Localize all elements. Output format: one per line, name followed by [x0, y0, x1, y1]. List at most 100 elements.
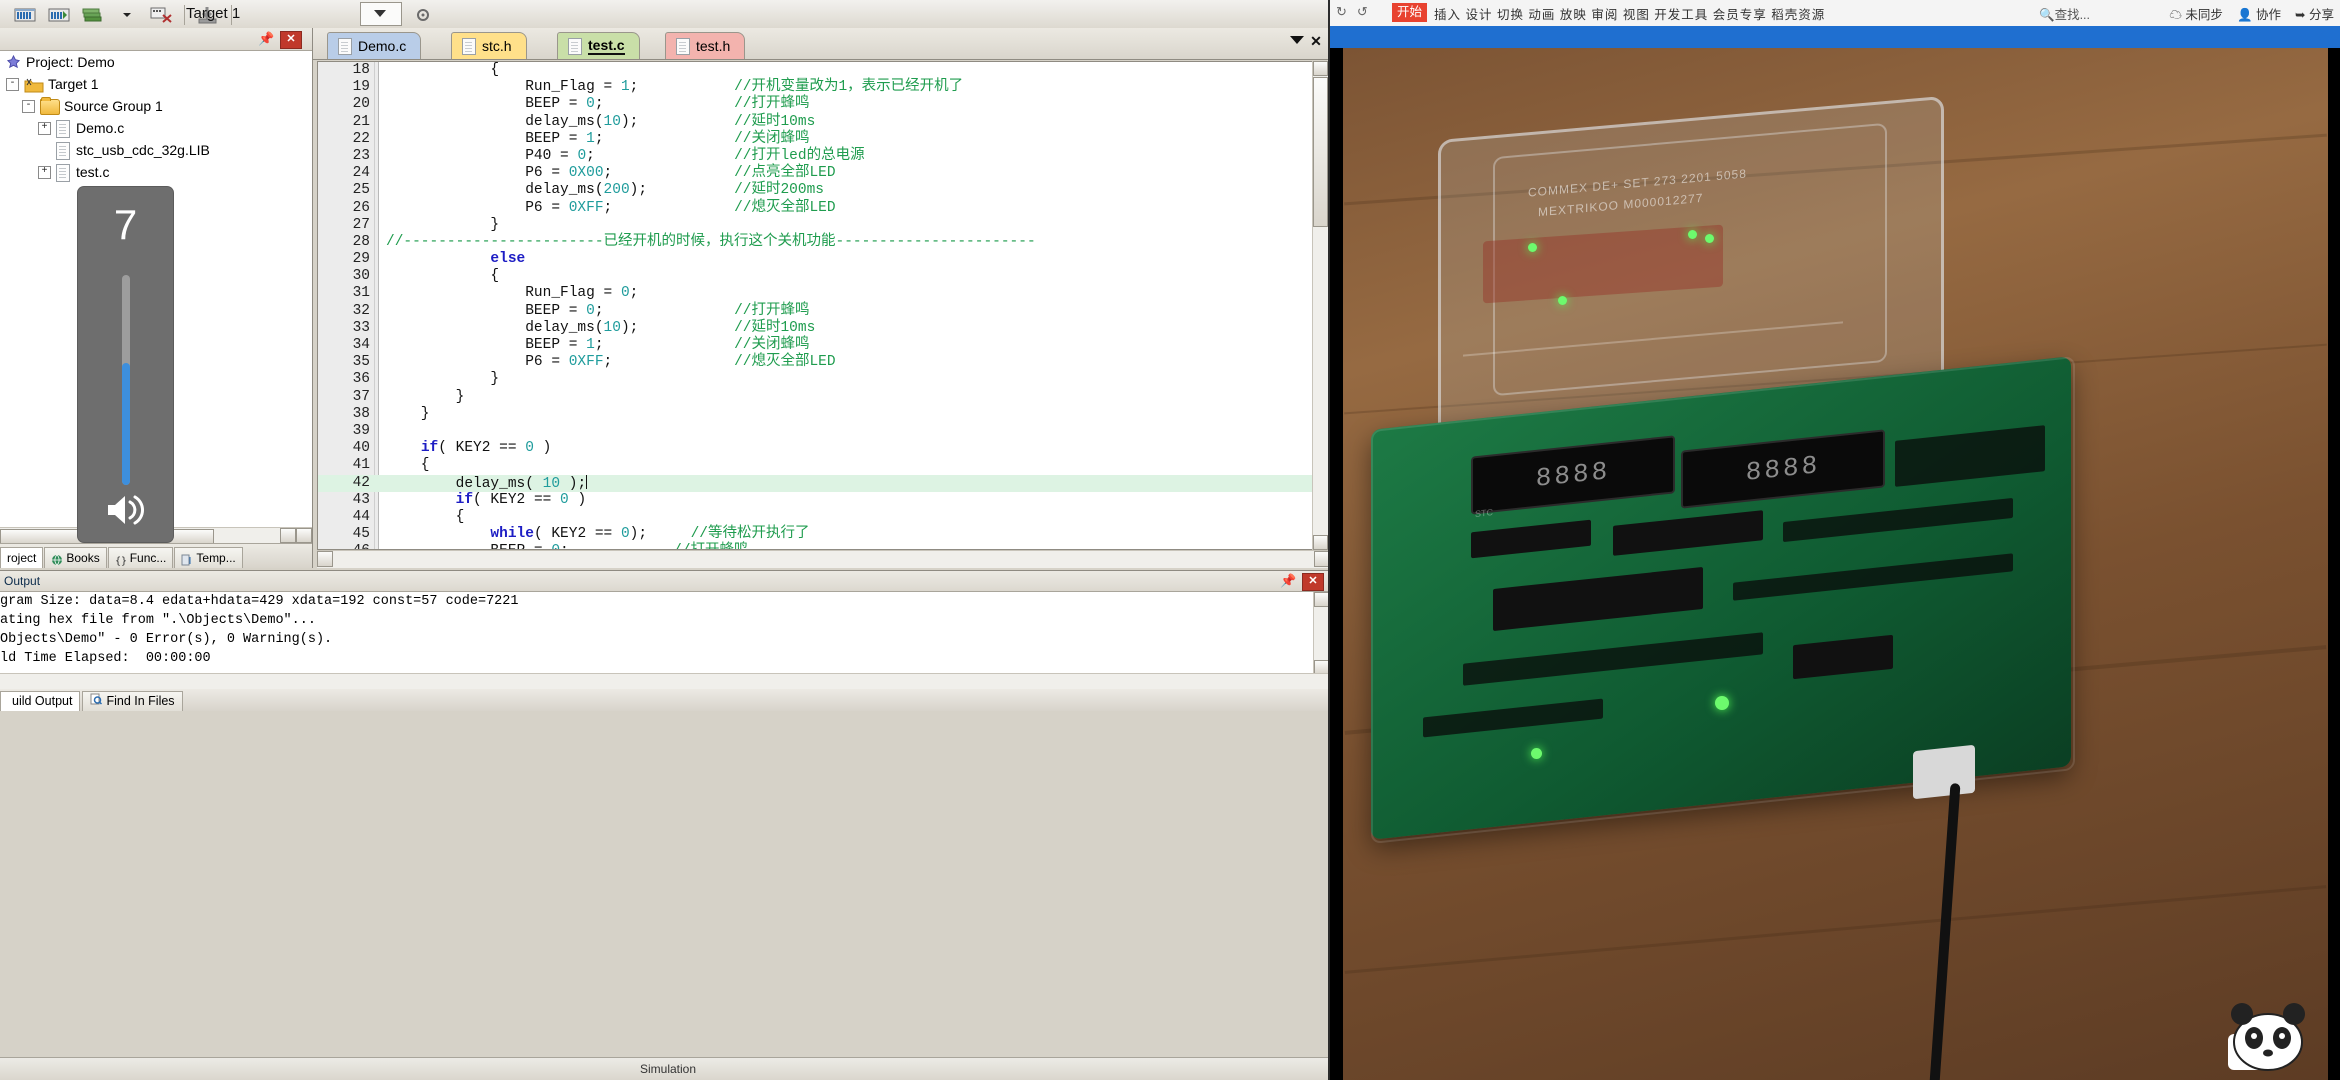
code-line[interactable]: 34 BEEP = 1; //关闭蜂鸣: [318, 337, 1329, 354]
code-line[interactable]: 32 BEEP = 0; //打开蜂鸣: [318, 303, 1329, 320]
code-line[interactable]: 38 }: [318, 406, 1329, 423]
pin-icon[interactable]: 📌: [1280, 573, 1296, 589]
wps-menu-items[interactable]: 插入 设计 切换 动画 放映 审阅 视图 开发工具 会员专享 稻壳资源: [1434, 4, 1825, 23]
project-tab-templates[interactable]: Temp...: [174, 547, 243, 568]
forward-arrow-icon[interactable]: ↺: [1357, 4, 1368, 20]
code-line[interactable]: 44 {: [318, 509, 1329, 526]
scroll-left-arrow-icon[interactable]: [280, 528, 296, 543]
wps-share-item[interactable]: ➥ 分享: [2295, 4, 2334, 23]
close-icon[interactable]: ✕: [280, 31, 302, 49]
expander-icon[interactable]: +: [38, 166, 51, 179]
wps-start-tab[interactable]: 开始: [1392, 3, 1428, 22]
wps-sync-item[interactable]: ☁ 未同步: [2169, 4, 2223, 23]
code-line[interactable]: 26 P6 = 0XFF; //熄灭全部LED: [318, 200, 1329, 217]
editor-vscrollbar[interactable]: [1312, 61, 1329, 550]
code-line[interactable]: 45 while( KEY2 == 0); //等待松开执行了: [318, 526, 1329, 543]
translate-icon[interactable]: [146, 2, 176, 28]
scroll-up-arrow-icon[interactable]: [1314, 592, 1329, 607]
code-line[interactable]: 39: [318, 423, 1329, 440]
line-source[interactable]: {: [386, 457, 430, 474]
code-line[interactable]: 33 delay_ms(10); //延时10ms: [318, 320, 1329, 337]
build-icon[interactable]: [10, 2, 40, 28]
line-source[interactable]: if( KEY2 == 0 ): [386, 492, 587, 509]
code-line[interactable]: 40 if( KEY2 == 0 ): [318, 440, 1329, 457]
code-line[interactable]: 18 {: [318, 62, 1329, 79]
line-source[interactable]: {: [386, 509, 465, 526]
code-line[interactable]: 46 BEEP = 0; //打开蜂鸣: [318, 543, 1329, 549]
line-source[interactable]: Run_Flag = 0;: [386, 285, 638, 302]
line-source[interactable]: BEEP = 1; //关闭蜂鸣: [386, 337, 809, 354]
pin-icon[interactable]: 📌: [258, 31, 274, 47]
code-line[interactable]: 30 {: [318, 268, 1329, 285]
close-icon[interactable]: ✕: [1308, 34, 1324, 50]
code-text[interactable]: 18 {19 Run_Flag = 1; //开机变量改为1，表示已经开机了 20…: [318, 62, 1329, 549]
code-line[interactable]: 28 //-----------------------已经开机的时候，执行这个关…: [318, 234, 1329, 251]
code-line[interactable]: 36 }: [318, 371, 1329, 388]
code-line[interactable]: 24 P6 = 0X00; //点亮全部LED: [318, 165, 1329, 182]
wps-find-label[interactable]: 🔍查找...: [2039, 4, 2090, 23]
line-source[interactable]: BEEP = 0; //打开蜂鸣: [386, 96, 809, 113]
tree-item-project[interactable]: Project: Demo: [0, 51, 312, 73]
line-source[interactable]: delay_ms(10); //延时10ms: [386, 320, 815, 337]
line-source[interactable]: delay_ms(10); //延时10ms: [386, 114, 815, 131]
line-source[interactable]: {: [386, 268, 499, 285]
project-tab-functions[interactable]: {} Func...: [107, 547, 174, 568]
scroll-down-arrow-icon[interactable]: [1313, 535, 1328, 550]
code-line[interactable]: 35 P6 = 0XFF; //熄灭全部LED: [318, 354, 1329, 371]
code-line[interactable]: 31 Run_Flag = 0;: [318, 285, 1329, 302]
line-source[interactable]: P6 = 0XFF; //熄灭全部LED: [386, 354, 835, 371]
project-tab-books[interactable]: Books: [44, 547, 107, 568]
project-tab-project[interactable]: roject: [0, 547, 44, 568]
code-line[interactable]: 25 delay_ms(200); //延时200ms: [318, 182, 1329, 199]
line-source[interactable]: P6 = 0X00; //点亮全部LED: [386, 165, 835, 182]
line-source[interactable]: else: [386, 251, 525, 268]
editor-tab-test-h[interactable]: test.h: [665, 32, 746, 59]
line-source[interactable]: BEEP = 0; //打开蜂鸣: [386, 303, 809, 320]
line-source[interactable]: }: [386, 406, 430, 423]
output-tab-find-in-files[interactable]: Find In Files: [82, 691, 183, 711]
code-line[interactable]: 42 delay_ms( 10 );: [318, 474, 1329, 493]
wps-collab-item[interactable]: 👤 协作: [2237, 4, 2281, 23]
code-line[interactable]: 41 {: [318, 457, 1329, 474]
code-line[interactable]: 21 delay_ms(10); //延时10ms: [318, 114, 1329, 131]
line-source[interactable]: }: [386, 371, 499, 388]
scroll-left-arrow-icon[interactable]: [317, 551, 333, 567]
tree-item-lib[interactable]: stc_usb_cdc_32g.LIB: [0, 139, 312, 161]
output-hscrollbar[interactable]: [0, 673, 1330, 689]
chevron-down-icon[interactable]: [112, 2, 142, 28]
code-line[interactable]: 20 BEEP = 0; //打开蜂鸣: [318, 96, 1329, 113]
code-line[interactable]: 19 Run_Flag = 1; //开机变量改为1，表示已经开机了: [318, 79, 1329, 96]
editor-tab-demo-c[interactable]: Demo.c: [327, 32, 422, 59]
tree-item-target[interactable]: - Target 1: [0, 73, 312, 95]
code-line[interactable]: 37 }: [318, 389, 1329, 406]
editor-tab-stc-h[interactable]: stc.h: [451, 32, 527, 59]
close-icon[interactable]: ✕: [1302, 573, 1324, 591]
batch-build-icon[interactable]: [78, 2, 108, 28]
tree-item-source-group[interactable]: - Source Group 1: [0, 95, 312, 117]
output-text[interactable]: gram Size: data=8.4 edata+hdata=429 xdat…: [0, 592, 1330, 675]
expander-icon[interactable]: +: [38, 122, 51, 135]
line-source[interactable]: BEEP = 1; //关闭蜂鸣: [386, 131, 809, 148]
back-arrow-icon[interactable]: ↻: [1336, 4, 1347, 20]
line-source[interactable]: }: [386, 389, 465, 406]
line-source[interactable]: {: [386, 62, 499, 79]
code-surface[interactable]: 18 {19 Run_Flag = 1; //开机变量改为1，表示已经开机了 20…: [317, 61, 1330, 550]
code-line[interactable]: 27 }: [318, 217, 1329, 234]
tree-item-demo-c[interactable]: + Demo.c: [0, 117, 312, 139]
line-source[interactable]: while( KEY2 == 0); //等待松开执行了: [386, 526, 809, 543]
target-options-icon[interactable]: [408, 2, 438, 28]
code-line[interactable]: 23 P40 = 0; //打开led的总电源: [318, 148, 1329, 165]
line-source[interactable]: if( KEY2 == 0 ): [386, 440, 552, 457]
code-line[interactable]: 22 BEEP = 1; //关闭蜂鸣: [318, 131, 1329, 148]
code-line[interactable]: 29 else: [318, 251, 1329, 268]
tree-item-test-c[interactable]: + test.c: [0, 161, 312, 183]
editor-hscrollbar[interactable]: [317, 550, 1330, 568]
editor-tab-test-c[interactable]: test.c: [557, 32, 640, 59]
line-source[interactable]: Run_Flag = 1; //开机变量改为1，表示已经开机了: [386, 79, 963, 96]
scroll-right-arrow-icon[interactable]: [296, 528, 312, 543]
expander-icon[interactable]: -: [22, 100, 35, 113]
line-source[interactable]: //-----------------------已经开机的时候，执行这个关机功…: [386, 234, 1036, 251]
line-source[interactable]: delay_ms( 10 );: [386, 474, 588, 493]
code-line[interactable]: 43 if( KEY2 == 0 ): [318, 492, 1329, 509]
output-tab-build[interactable]: uild Output: [0, 691, 81, 711]
